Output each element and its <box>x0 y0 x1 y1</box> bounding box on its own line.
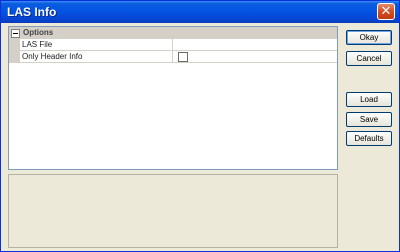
property-name: LAS File <box>22 40 53 49</box>
cancel-button[interactable]: Cancel <box>346 51 392 66</box>
title-bar[interactable]: LAS Info ✕ <box>1 1 399 23</box>
grid-gutter <box>9 39 20 63</box>
description-panel <box>8 174 338 248</box>
category-label: Options <box>23 28 54 37</box>
close-button[interactable]: ✕ <box>377 3 395 20</box>
collapse-icon[interactable] <box>11 29 20 38</box>
defaults-button[interactable]: Defaults <box>346 131 392 146</box>
column-divider[interactable] <box>172 51 173 63</box>
dialog-client-area: Options LAS File Only Header Info Okay C… <box>4 24 396 250</box>
column-divider[interactable] <box>172 39 173 51</box>
property-grid: Options LAS File Only Header Info <box>8 26 338 170</box>
property-row-only-header-info[interactable]: Only Header Info <box>20 51 337 63</box>
category-row-options[interactable]: Options <box>9 27 337 39</box>
property-row-las-file[interactable]: LAS File <box>20 39 337 51</box>
close-icon: ✕ <box>380 4 392 19</box>
okay-button[interactable]: Okay <box>346 30 392 45</box>
load-button[interactable]: Load <box>346 92 392 107</box>
window-title: LAS Info <box>7 5 57 19</box>
save-button[interactable]: Save <box>346 112 392 127</box>
las-info-dialog: LAS Info ✕ Options LAS File Only Header … <box>0 0 400 252</box>
only-header-info-checkbox[interactable] <box>178 52 188 62</box>
property-name: Only Header Info <box>22 52 83 61</box>
